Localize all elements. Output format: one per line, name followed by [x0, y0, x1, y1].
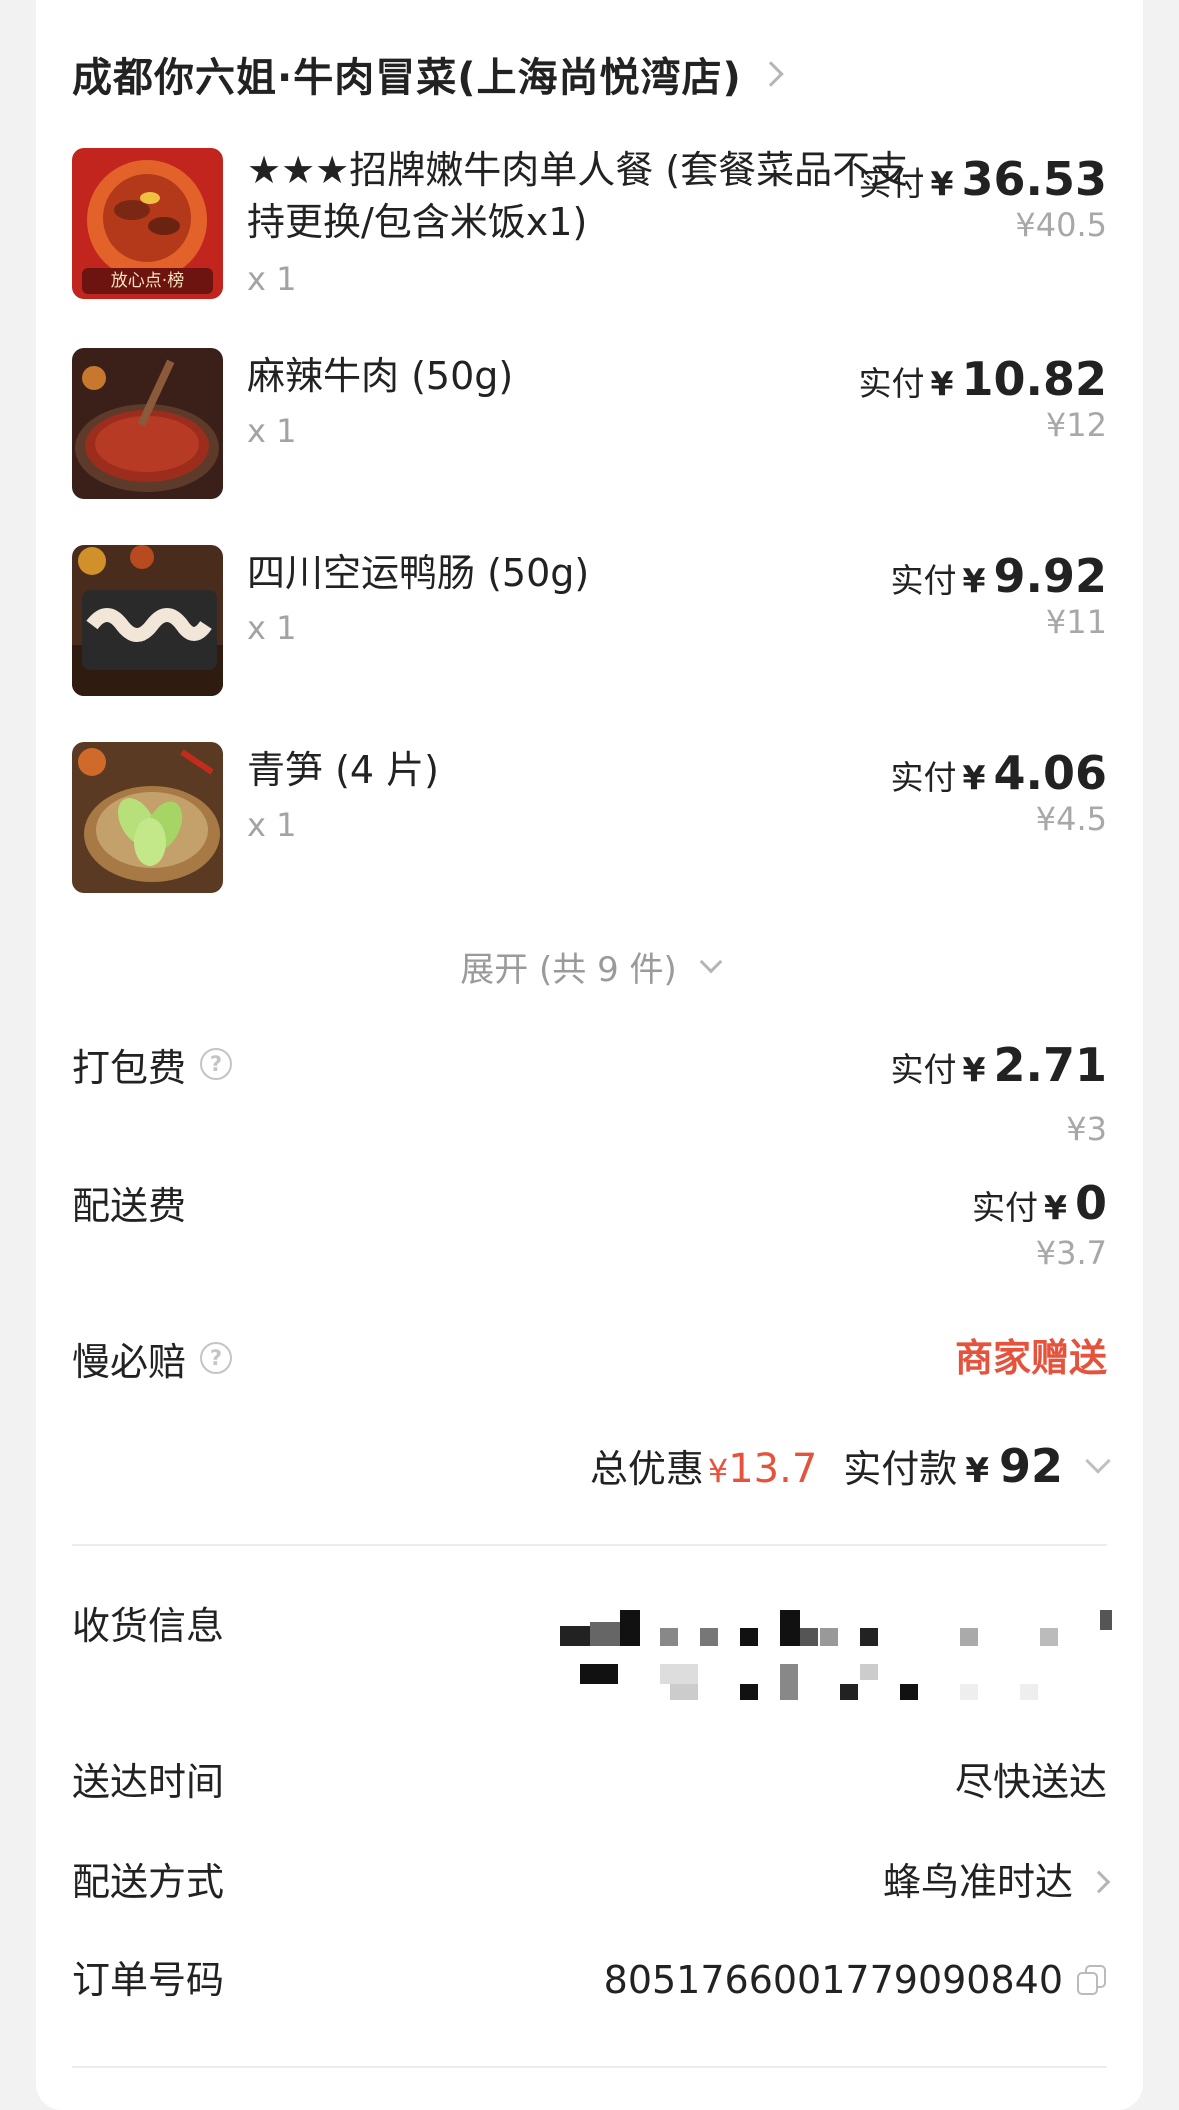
item-image — [72, 545, 223, 696]
item-paid: 实付 ¥ 36.53 — [859, 152, 1107, 206]
item-paid: 实付 ¥ 4.06 — [891, 746, 1107, 800]
order-summary[interactable]: 总优惠 ¥ 13.7 实付款 ¥ 92 — [589, 1438, 1111, 1493]
item-image: 放心点·榜 — [72, 148, 223, 299]
packing-fee-row: 打包费 ? 实付 ¥ 2.71 ¥3 — [72, 1034, 1107, 1148]
original-price: ¥40.5 — [1015, 206, 1107, 244]
paid-amount: 2.71 — [993, 1038, 1108, 1092]
order-item[interactable]: 麻辣牛肉 (50g) x 1 实付 ¥ 10.82 ¥12 — [72, 348, 1107, 499]
delivery-time-label: 送达时间 — [72, 1760, 225, 1804]
paid-amount: 0 — [1074, 1176, 1107, 1230]
discount-amount: 13.7 — [728, 1446, 818, 1492]
item-paid: 实付 ¥ 9.92 — [891, 549, 1107, 603]
paid-amount: 4.06 — [993, 746, 1108, 800]
packing-fee-label: 打包费 — [72, 1045, 187, 1090]
discount-label: 总优惠 — [589, 1447, 704, 1491]
item-image — [72, 742, 223, 893]
paid-yen: ¥ — [962, 758, 986, 797]
paid-label: 实付 — [890, 1050, 957, 1089]
late-guarantee-row: 慢必赔 ? 商家赠送 — [72, 1328, 1107, 1388]
order-number-row: 订单号码 8051766001779090840 — [72, 1950, 1107, 2010]
paid-label: 实付 — [890, 758, 957, 797]
item-qty: x 1 — [247, 412, 297, 450]
item-name: 四川空运鸭肠 (50g) — [247, 551, 590, 595]
delivery-method-value-wrap: 蜂鸟准时达 — [882, 1852, 1111, 1912]
divider — [72, 1544, 1107, 1546]
item-qty: x 1 — [247, 806, 297, 844]
order-item[interactable]: 放心点·榜 ★★★招牌嫩牛肉单人餐 (套餐菜品不支持更换/包含米饭x1) x 1… — [72, 148, 1107, 299]
paid-label: 实付 — [858, 364, 925, 403]
original-price: ¥12 — [1045, 406, 1107, 444]
expand-items-button[interactable]: 展开 (共 9 件) — [0, 942, 1179, 991]
total-amount: 92 — [998, 1439, 1063, 1493]
order-number-value: 8051766001779090840 — [603, 1958, 1063, 2002]
late-guarantee-label: 慢必赔 — [72, 1339, 187, 1384]
store-name: 成都你六姐·牛肉冒菜(上海尚悦湾店) — [72, 55, 742, 101]
item-name: 青笋 (4 片) — [247, 748, 439, 792]
item-name: ★★★招牌嫩牛肉单人餐 (套餐菜品不支持更换/包含米饭x1) — [247, 148, 909, 244]
paid-yen: ¥ — [930, 164, 954, 203]
copy-icon[interactable] — [1077, 1965, 1107, 1995]
delivery-fee-paid: 实付 ¥ 0 — [972, 1176, 1107, 1230]
paid-yen: ¥ — [930, 364, 954, 403]
chevron-right-icon — [1087, 1870, 1111, 1894]
paid-label: 实付 — [972, 1188, 1039, 1227]
original-price: ¥3 — [1066, 1110, 1107, 1148]
order-item[interactable]: 四川空运鸭肠 (50g) x 1 实付 ¥ 9.92 ¥11 — [72, 545, 1107, 696]
delivery-time-row: 送达时间 尽快送达 — [72, 1752, 1107, 1812]
delivery-time-value: 尽快送达 — [954, 1760, 1107, 1804]
chevron-down-icon — [1085, 1448, 1111, 1474]
late-guarantee-value: 商家赠送 — [954, 1336, 1107, 1380]
address-redacted — [560, 1600, 1120, 1710]
paid-amount: 9.92 — [993, 549, 1108, 603]
paid-label: 实付 — [890, 561, 957, 600]
discount-yen: ¥ — [707, 1452, 729, 1490]
paid-yen: ¥ — [1044, 1188, 1067, 1227]
order-number-wrap: 8051766001779090840 — [604, 1950, 1107, 2010]
total-label: 实付款 — [843, 1447, 958, 1491]
item-image — [72, 348, 223, 499]
delivery-fee-row: 配送费 实付 ¥ 0 ¥3.7 — [72, 1172, 1107, 1272]
help-icon[interactable]: ? — [200, 1048, 233, 1080]
address-label: 收货信息 — [72, 1604, 225, 1648]
delivery-method-value: 蜂鸟准时达 — [882, 1860, 1073, 1904]
item-name: 麻辣牛肉 (50g) — [247, 354, 514, 398]
item-qty: x 1 — [247, 260, 297, 298]
chevron-right-icon — [758, 61, 784, 87]
chevron-down-icon — [699, 950, 723, 973]
original-price: ¥3.7 — [1035, 1234, 1107, 1272]
item-badge: 放心点·榜 — [110, 271, 185, 291]
delivery-method-label: 配送方式 — [72, 1860, 225, 1904]
paid-amount: 10.82 — [961, 352, 1107, 406]
divider — [72, 2066, 1107, 2068]
delivery-method-row[interactable]: 配送方式 蜂鸟准时达 — [72, 1852, 1111, 1912]
expand-label: 展开 (共 9 件) — [460, 950, 677, 990]
paid-label: 实付 — [858, 164, 925, 203]
paid-yen: ¥ — [962, 561, 986, 600]
original-price: ¥4.5 — [1035, 800, 1107, 838]
order-number-label: 订单号码 — [72, 1958, 225, 2002]
total-yen: ¥ — [965, 1451, 989, 1491]
paid-yen: ¥ — [962, 1050, 986, 1089]
original-price: ¥11 — [1045, 603, 1107, 641]
help-icon[interactable]: ? — [200, 1342, 233, 1374]
packing-fee-paid: 实付 ¥ 2.71 — [891, 1038, 1107, 1092]
store-header[interactable]: 成都你六姐·牛肉冒菜(上海尚悦湾店) — [72, 44, 784, 104]
order-item[interactable]: 青笋 (4 片) x 1 实付 ¥ 4.06 ¥4.5 — [72, 742, 1107, 893]
item-qty: x 1 — [247, 609, 297, 647]
paid-amount: 36.53 — [961, 152, 1107, 206]
delivery-fee-label: 配送费 — [72, 1183, 187, 1228]
item-paid: 实付 ¥ 10.82 — [859, 352, 1107, 406]
